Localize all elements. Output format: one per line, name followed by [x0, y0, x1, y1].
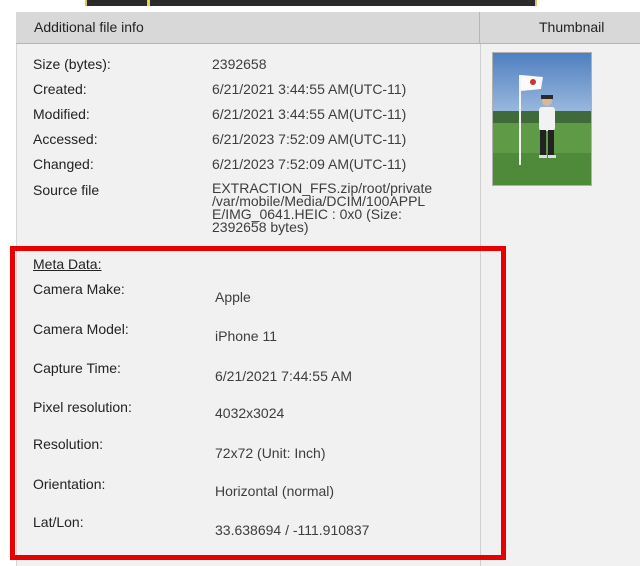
top-image-strip: [85, 0, 537, 6]
created-value: 6/21/2021 3:44:55 AM(UTC-11): [212, 81, 407, 97]
strip-mark: [147, 0, 150, 6]
changed-label: Changed:: [33, 156, 94, 172]
header-cell-info: Additional file info: [16, 12, 480, 44]
size-label: Size (bytes):: [33, 56, 111, 72]
source-file-label: Source file: [33, 182, 100, 198]
table-header: Additional file info Thumbnail: [16, 12, 640, 44]
photo-thumbnail[interactable]: [492, 52, 592, 186]
header-thumbnail: Thumbnail: [539, 19, 605, 35]
changed-value: 6/21/2023 7:52:09 AM(UTC-11): [212, 156, 407, 172]
source-file-value[interactable]: EXTRACTION_FFS.zip/root/private /var/mob…: [212, 181, 474, 235]
golfer-photo-image: [493, 53, 591, 185]
source-file-line: 2392658 bytes): [212, 219, 309, 235]
modified-value: 6/21/2021 3:44:55 AM(UTC-11): [212, 106, 407, 122]
created-label: Created:: [33, 81, 87, 97]
accessed-label: Accessed:: [33, 131, 98, 147]
header-additional-file-info: Additional file info: [34, 19, 144, 35]
highlight-box: [10, 246, 506, 560]
size-value: 2392658: [212, 56, 267, 72]
modified-label: Modified:: [33, 106, 90, 122]
accessed-value: 6/21/2023 7:52:09 AM(UTC-11): [212, 131, 407, 147]
